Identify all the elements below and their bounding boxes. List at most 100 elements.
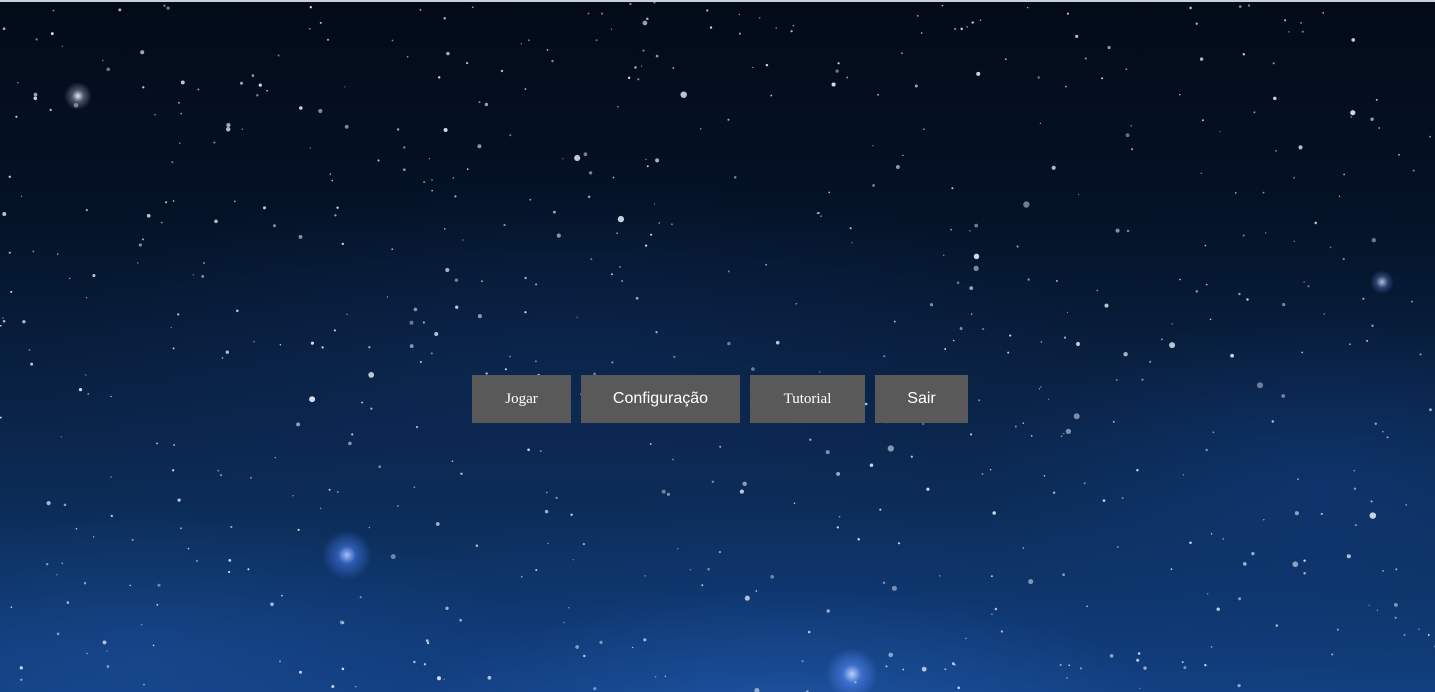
star bbox=[233, 200, 236, 203]
star bbox=[368, 526, 371, 529]
star bbox=[106, 665, 110, 668]
star bbox=[595, 39, 598, 42]
star bbox=[926, 487, 930, 491]
star bbox=[1353, 469, 1356, 472]
star bbox=[1182, 474, 1185, 476]
star bbox=[1322, 11, 1325, 14]
star bbox=[593, 687, 597, 691]
star bbox=[699, 128, 702, 130]
star bbox=[775, 27, 778, 29]
star bbox=[1303, 281, 1306, 283]
star bbox=[52, 9, 55, 12]
star bbox=[504, 368, 507, 371]
star bbox=[851, 241, 853, 244]
star bbox=[1350, 115, 1353, 118]
star bbox=[739, 489, 744, 494]
star bbox=[1149, 360, 1152, 363]
star bbox=[587, 12, 590, 15]
star bbox=[220, 474, 223, 477]
star bbox=[430, 352, 433, 355]
tutorial-button[interactable]: Tutorial bbox=[750, 375, 865, 423]
star bbox=[1181, 661, 1184, 664]
star bbox=[1307, 285, 1310, 288]
star bbox=[1405, 503, 1408, 506]
star bbox=[221, 357, 224, 359]
star bbox=[1242, 234, 1245, 237]
star bbox=[1063, 336, 1067, 339]
star bbox=[1195, 290, 1199, 293]
star bbox=[331, 179, 334, 182]
star bbox=[378, 465, 382, 469]
star bbox=[727, 118, 730, 121]
star bbox=[75, 527, 78, 530]
star bbox=[1370, 500, 1373, 503]
star bbox=[754, 687, 760, 692]
star bbox=[156, 603, 159, 606]
star bbox=[1374, 422, 1378, 425]
star bbox=[426, 641, 430, 645]
star bbox=[1038, 388, 1041, 390]
star bbox=[370, 407, 373, 410]
star bbox=[142, 86, 145, 89]
star bbox=[1281, 394, 1286, 398]
star bbox=[895, 165, 900, 169]
star bbox=[1349, 343, 1351, 346]
star bbox=[1051, 165, 1056, 170]
star bbox=[66, 601, 70, 604]
star bbox=[838, 515, 841, 518]
star bbox=[801, 660, 804, 663]
star bbox=[1395, 568, 1398, 571]
star bbox=[520, 575, 523, 578]
star bbox=[8, 251, 11, 254]
star bbox=[755, 590, 758, 592]
star bbox=[1298, 145, 1303, 150]
star bbox=[1063, 432, 1065, 435]
star bbox=[1062, 573, 1065, 576]
star bbox=[344, 124, 349, 129]
star bbox=[575, 645, 579, 649]
star bbox=[396, 128, 400, 131]
star bbox=[1059, 663, 1062, 667]
star bbox=[1189, 6, 1192, 10]
star bbox=[8, 175, 11, 178]
star bbox=[528, 39, 530, 42]
star bbox=[989, 469, 992, 471]
settings-button[interactable]: Configuração bbox=[581, 375, 740, 423]
star bbox=[535, 283, 538, 286]
star bbox=[727, 270, 730, 273]
star bbox=[991, 613, 993, 615]
star bbox=[1060, 435, 1063, 438]
star bbox=[1371, 324, 1374, 327]
star bbox=[1136, 658, 1140, 662]
star bbox=[437, 676, 441, 681]
star bbox=[1206, 592, 1209, 595]
star bbox=[170, 326, 172, 329]
star bbox=[744, 595, 750, 601]
star bbox=[22, 320, 26, 324]
star bbox=[1257, 382, 1263, 389]
star bbox=[20, 195, 23, 197]
star bbox=[765, 63, 769, 67]
star bbox=[1403, 633, 1406, 636]
star bbox=[922, 128, 925, 131]
star bbox=[990, 575, 993, 578]
star bbox=[556, 233, 561, 238]
star bbox=[629, 2, 632, 6]
star bbox=[1139, 687, 1141, 690]
star bbox=[110, 514, 113, 518]
game-main-menu: Jogar Configuração Tutorial Sair bbox=[0, 0, 1435, 692]
star bbox=[568, 606, 570, 609]
star bbox=[882, 581, 886, 585]
star bbox=[1371, 238, 1377, 243]
star bbox=[583, 654, 586, 658]
star bbox=[1115, 228, 1120, 233]
star bbox=[1096, 289, 1099, 292]
star bbox=[576, 316, 578, 319]
star bbox=[177, 498, 181, 502]
star bbox=[462, 239, 464, 241]
exit-button[interactable]: Sair bbox=[875, 375, 968, 423]
star bbox=[336, 490, 339, 493]
star bbox=[1263, 519, 1265, 521]
play-button[interactable]: Jogar bbox=[472, 375, 571, 423]
star bbox=[50, 32, 54, 36]
